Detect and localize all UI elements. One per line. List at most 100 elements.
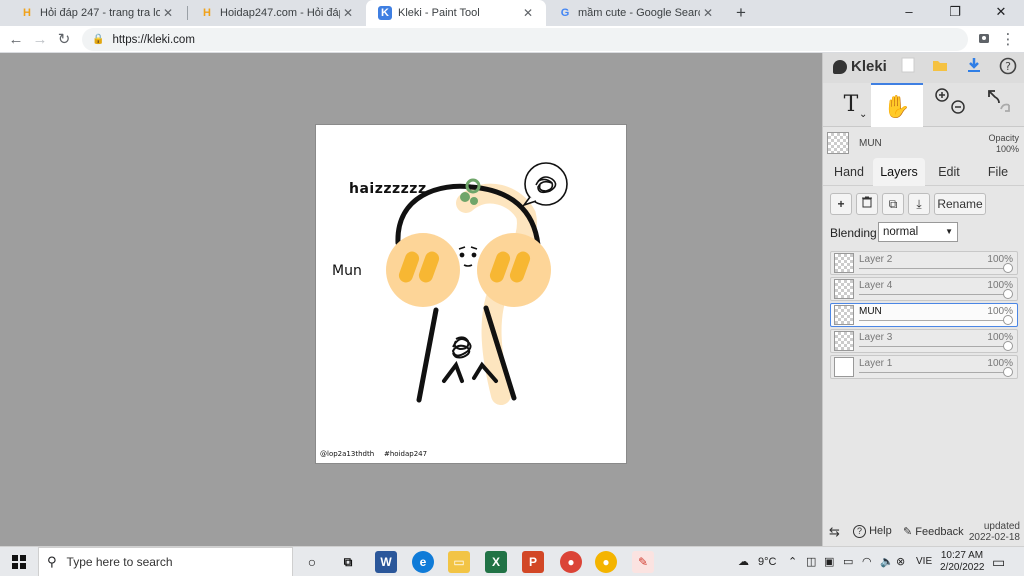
- mute-icon[interactable]: ⊗: [896, 547, 905, 576]
- windows-taskbar: ⚲ Type here to search ○ ⧉ W e ▭ X P ● ● …: [0, 546, 1024, 576]
- taskbar-search-box[interactable]: ⚲ Type here to search: [38, 547, 293, 576]
- back-button[interactable]: ←: [5, 29, 27, 51]
- body-scribble: [451, 336, 472, 359]
- tab-layers[interactable]: Layers: [873, 158, 925, 186]
- layer-row-layer-1[interactable]: Layer 1 100%: [830, 355, 1018, 379]
- chrome-profile-icon[interactable]: ●: [560, 551, 582, 573]
- updated-label: updated: [983, 521, 1020, 532]
- clock-date: 2/20/2022: [940, 562, 985, 573]
- word-app-icon[interactable]: W: [375, 551, 397, 573]
- tab-google-search[interactable]: G mầm cute - Google Search ✕: [546, 0, 726, 26]
- close-tab-icon[interactable]: ✕: [340, 6, 356, 20]
- tray-display-icon[interactable]: ▣: [824, 547, 834, 576]
- delete-layer-button[interactable]: [856, 193, 878, 215]
- updated-date: 2022-02-18: [968, 532, 1020, 543]
- close-tab-icon[interactable]: ✕: [160, 6, 176, 20]
- add-layer-button[interactable]: +: [830, 193, 852, 215]
- kleki-panel-footer: ⇆ ? Help ✎ Feedback updated 2022-02-18: [823, 519, 1024, 546]
- layer-row-layer-3[interactable]: Layer 3 100%: [830, 329, 1018, 353]
- feedback-link[interactable]: ✎ Feedback: [903, 525, 964, 538]
- taskbar-clock[interactable]: 10:27 AM 2/20/2022: [940, 550, 985, 576]
- close-tab-icon[interactable]: ✕: [700, 6, 716, 20]
- layer-opacity-slider: [859, 294, 1009, 295]
- browser-toolbar: ← → ↻ 🔒 https://kleki.com ⋮: [0, 26, 1024, 53]
- merge-layer-button[interactable]: ⤓: [908, 193, 930, 215]
- layer-opacity-knob[interactable]: [1003, 341, 1013, 351]
- notification-icon[interactable]: ▭: [992, 547, 1005, 576]
- help-icon[interactable]: ?: [997, 57, 1019, 79]
- tab-title: mầm cute - Google Search: [578, 7, 700, 19]
- paint-app-icon[interactable]: ✎: [632, 551, 654, 573]
- volume-icon[interactable]: 🔈: [880, 547, 894, 576]
- new-tab-button[interactable]: +: [731, 3, 751, 23]
- close-window-button[interactable]: ✕: [978, 0, 1024, 26]
- layer-row-layer-4[interactable]: Layer 4 100%: [830, 277, 1018, 301]
- task-view-icon[interactable]: ⧉: [337, 551, 359, 573]
- address-bar[interactable]: 🔒 https://kleki.com: [82, 28, 968, 51]
- save-icon[interactable]: [929, 57, 951, 79]
- layer-row-layer-2[interactable]: Layer 2 100%: [830, 251, 1018, 275]
- excel-app-icon[interactable]: X: [485, 551, 507, 573]
- kleki-tool-row: T ⌄ ✋: [823, 83, 1024, 127]
- layer-opacity-knob[interactable]: [1003, 367, 1013, 377]
- opacity-value: 100%: [995, 144, 1019, 154]
- file-explorer-icon[interactable]: ▭: [448, 551, 470, 573]
- sprout-leaf: [470, 197, 478, 205]
- restore-window-button[interactable]: ❐: [932, 0, 978, 26]
- tab-kleki-paint-tool[interactable]: K Kleki - Paint Tool ✕: [366, 0, 546, 26]
- new-image-icon[interactable]: [897, 57, 919, 79]
- kleki-favicon-icon: K: [378, 6, 392, 20]
- drawing-canvas[interactable]: haizzzzzz Mun @lop2a13thdth #hoidap247: [316, 125, 626, 463]
- undo-redo-icon[interactable]: [977, 83, 1021, 127]
- close-tab-icon[interactable]: ✕: [520, 6, 536, 20]
- current-layer-info: MUN Opacity 100%: [823, 128, 1024, 158]
- cortana-icon[interactable]: ○: [301, 551, 323, 573]
- battery-icon[interactable]: ▭: [843, 547, 853, 576]
- minimize-window-button[interactable]: –: [886, 0, 932, 26]
- layer-thumbnail: [834, 305, 854, 325]
- face-expression: [458, 246, 478, 267]
- layer-name: Layer 4: [859, 280, 893, 291]
- layer-name: Layer 2: [859, 254, 893, 265]
- duplicate-layer-button[interactable]: ⧉: [882, 193, 904, 215]
- layer-opacity-knob[interactable]: [1003, 315, 1013, 325]
- layer-name: Layer 1: [859, 358, 893, 369]
- powerpoint-app-icon[interactable]: P: [522, 551, 544, 573]
- blending-select[interactable]: normal ▼: [878, 222, 958, 242]
- address-url: https://kleki.com: [112, 33, 195, 46]
- canvas-workspace[interactable]: haizzzzzz Mun @lop2a13thdth #hoidap247: [0, 53, 822, 546]
- forward-button[interactable]: →: [29, 29, 51, 51]
- hand-tool-icon[interactable]: ✋: [871, 83, 923, 127]
- windows-start-icon[interactable]: [8, 551, 30, 573]
- drawing-artwork: [386, 162, 568, 405]
- menu-icon[interactable]: ⋮: [997, 29, 1019, 51]
- download-icon[interactable]: [963, 57, 985, 79]
- current-layer-thumbnail: [827, 132, 849, 154]
- tab-edit[interactable]: Edit: [927, 158, 971, 186]
- chrome-app-icon[interactable]: ●: [595, 551, 617, 573]
- feedback-pen-icon: ✎: [903, 526, 913, 538]
- edge-app-icon[interactable]: e: [412, 551, 434, 573]
- tab-hand[interactable]: Hand: [827, 158, 871, 186]
- zoom-tool-icon[interactable]: [927, 83, 973, 127]
- swap-side-icon[interactable]: ⇆: [829, 524, 840, 540]
- dropdown-arrow-icon: ▼: [945, 227, 953, 236]
- input-language[interactable]: VIE: [916, 547, 932, 576]
- reload-button[interactable]: ↻: [53, 29, 75, 51]
- text-tool-icon[interactable]: T ⌄: [831, 83, 871, 127]
- tab-hoidap-trang-tra-loi[interactable]: H Hỏi đáp 247 - trang tra loi ✕: [8, 0, 186, 26]
- tray-app-icon[interactable]: ◫: [806, 547, 816, 576]
- wifi-icon[interactable]: ◠: [862, 547, 872, 576]
- layer-opacity-knob[interactable]: [1003, 289, 1013, 299]
- help-link[interactable]: ? Help: [853, 525, 892, 538]
- rename-layer-button[interactable]: Rename: [934, 193, 986, 215]
- layer-row-mun[interactable]: MUN 100%: [830, 303, 1018, 327]
- weather-icon[interactable]: ☁: [738, 547, 749, 576]
- layer-opacity-knob[interactable]: [1003, 263, 1013, 273]
- tab-file[interactable]: File: [975, 158, 1021, 186]
- current-layer-opacity: Opacity 100%: [988, 133, 1019, 155]
- profile-icon[interactable]: [973, 29, 995, 51]
- tab-hoidap-online[interactable]: H Hoidap247.com - Hỏi đáp online ✕: [188, 0, 366, 26]
- feedback-label: Feedback: [915, 526, 964, 538]
- tray-chevron-icon[interactable]: ⌃: [788, 547, 797, 576]
